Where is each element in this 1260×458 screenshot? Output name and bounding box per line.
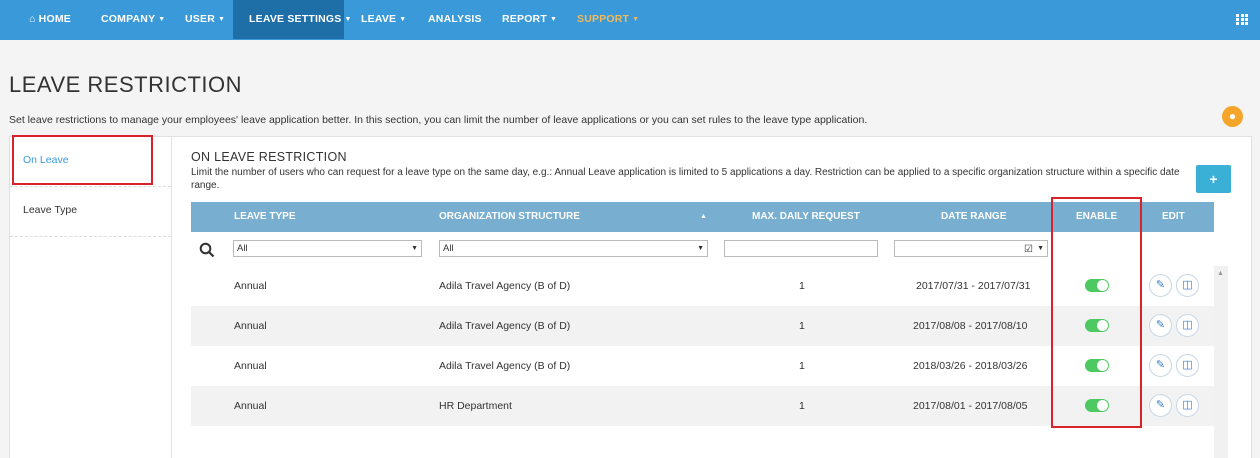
lightbulb-icon[interactable]: ●	[1222, 106, 1243, 127]
delete-trash-icon[interactable]: ◫	[1176, 354, 1199, 377]
caret-down-icon: ▼	[217, 16, 226, 23]
section-description: Limit the number of users who can reques…	[191, 167, 1180, 191]
table-scrollbar[interactable]: ▲	[1214, 266, 1228, 458]
organization-cell: Adila Travel Agency (B of D)	[439, 320, 571, 332]
organization-cell: Adila Travel Agency (B of D)	[439, 360, 571, 372]
nav-support[interactable]: SUPPORT ▼	[577, 0, 639, 39]
column-header-leave-type[interactable]: LEAVE TYPE	[234, 202, 296, 232]
organization-cell: HR Department	[439, 400, 512, 412]
max-daily-filter[interactable]	[724, 240, 878, 257]
chevron-down-icon: ▼	[1037, 245, 1044, 252]
highlight-box	[12, 135, 153, 185]
nav-company[interactable]: COMPANY ▼	[101, 0, 165, 39]
section-title: ON LEAVE RESTRICTION	[191, 150, 347, 164]
edit-pencil-icon[interactable]: ✎	[1149, 354, 1172, 377]
page-description: Set leave restrictions to manage your em…	[9, 114, 868, 126]
leave-type-cell: Annual	[234, 280, 267, 292]
scroll-up-icon[interactable]: ▲	[1217, 270, 1224, 277]
edit-pencil-icon[interactable]: ✎	[1149, 274, 1172, 297]
delete-trash-icon[interactable]: ◫	[1176, 394, 1199, 417]
date-range-filter[interactable]: ☑ ▼	[894, 240, 1048, 257]
nav-home[interactable]: ⌂ HOME	[29, 0, 71, 39]
organization-cell: Adila Travel Agency (B of D)	[439, 280, 571, 292]
nav-analysis[interactable]: ANALYSIS	[428, 0, 482, 39]
sort-asc-icon[interactable]: ▲	[700, 202, 707, 232]
max-daily-cell: 1	[799, 280, 805, 292]
highlight-box	[1051, 197, 1142, 428]
leave-type-filter[interactable]: All ▼	[233, 240, 422, 257]
date-range-cell: 2017/07/31 - 2017/07/31	[916, 280, 1031, 292]
caret-down-icon: ▼	[632, 16, 640, 23]
max-daily-cell: 1	[799, 360, 805, 372]
delete-trash-icon[interactable]: ◫	[1176, 274, 1199, 297]
page-title: LEAVE RESTRICTION	[9, 72, 243, 97]
column-header-organization[interactable]: ORGANIZATION STRUCTURE	[439, 202, 580, 232]
column-header-edit: EDIT	[1162, 211, 1185, 222]
calendar-icon[interactable]: ☑	[1024, 242, 1033, 257]
max-daily-cell: 1	[799, 320, 805, 332]
top-navbar: ⌂ HOME COMPANY ▼ USER ▼ LEAVE SETTINGS ▼ LE…	[0, 0, 1260, 40]
column-header-max-daily[interactable]: MAX. DAILY REQUEST	[752, 202, 860, 232]
edit-pencil-icon[interactable]: ✎	[1149, 314, 1172, 337]
caret-down-icon: ▼	[158, 16, 166, 23]
nav-leave-settings[interactable]: LEAVE SETTINGS ▼	[233, 0, 351, 39]
search-icon[interactable]	[199, 242, 215, 258]
sidebar: On Leave Leave Type	[10, 137, 172, 458]
grid-icon[interactable]	[1236, 14, 1248, 25]
date-range-cell: 2017/08/01 - 2017/08/05	[913, 400, 1028, 412]
sidebar-item-leave-type[interactable]: Leave Type	[10, 187, 171, 237]
nav-user[interactable]: USER ▼	[185, 0, 225, 39]
nav-report[interactable]: REPORT ▼	[502, 0, 557, 39]
max-daily-cell: 1	[799, 400, 805, 412]
nav-leave[interactable]: LEAVE ▼	[361, 0, 406, 39]
caret-down-icon: ▼	[399, 16, 407, 23]
table-empty-area	[191, 426, 1214, 458]
chevron-down-icon: ▼	[697, 245, 704, 252]
date-range-cell: 2017/08/08 - 2017/08/10	[913, 320, 1028, 332]
caret-down-icon: ▼	[549, 16, 558, 23]
delete-trash-icon[interactable]: ◫	[1176, 314, 1199, 337]
chevron-down-icon: ▼	[411, 245, 418, 252]
edit-pencil-icon[interactable]: ✎	[1149, 394, 1172, 417]
date-range-cell: 2018/03/26 - 2018/03/26	[913, 360, 1028, 372]
add-button[interactable]: +	[1196, 165, 1231, 193]
home-icon: ⌂	[29, 13, 36, 25]
leave-type-cell: Annual	[234, 320, 267, 332]
caret-down-icon: ▼	[344, 16, 352, 23]
organization-filter[interactable]: All ▼	[439, 240, 708, 257]
column-header-date-range[interactable]: DATE RANGE	[941, 202, 1006, 232]
leave-type-cell: Annual	[234, 400, 267, 412]
leave-type-cell: Annual	[234, 360, 267, 372]
